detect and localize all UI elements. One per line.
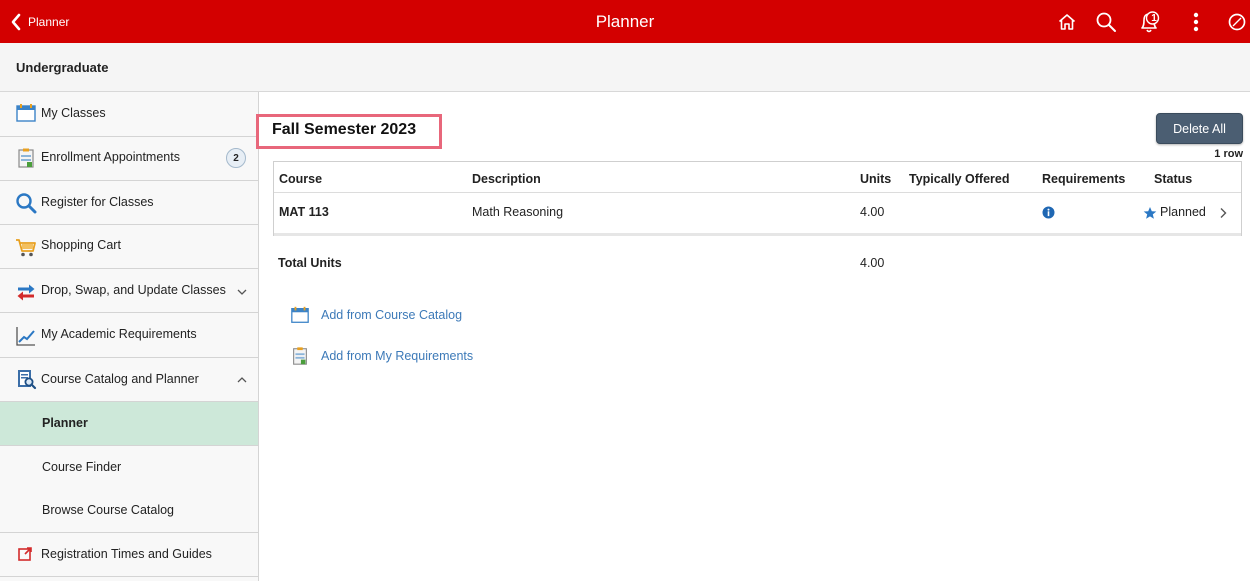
sidebar-item-register-for-classes[interactable]: Register for Classes <box>0 181 258 225</box>
grid-bottom-border <box>274 233 1241 236</box>
total-units-label: Total Units <box>278 256 342 270</box>
sidebar-item-label: My Academic Requirements <box>41 327 197 341</box>
notification-count: 1 <box>1151 13 1157 24</box>
actions-menu-icon[interactable] <box>1184 10 1208 34</box>
sidebar-item-label: Enrollment Appointments <box>41 150 180 164</box>
sidebar-item-shopping-cart[interactable]: Shopping Cart <box>0 225 258 269</box>
sidebar-item-label: Drop, Swap, and Update Classes <box>41 283 226 297</box>
notification-bell-icon[interactable]: 1 <box>1136 10 1164 34</box>
link-label: Add from Course Catalog <box>321 308 463 322</box>
top-banner: Planner Planner 1 <box>0 0 1250 43</box>
sidebar-item-course-finder[interactable]: Course Finder <box>0 446 258 490</box>
link-label: Add from My Requirements <box>321 349 474 363</box>
sidebar-item-label: My Classes <box>41 106 106 120</box>
search-icon <box>16 193 37 214</box>
career-header: Undergraduate <box>0 43 1250 92</box>
sidebar-item-drop-swap-update[interactable]: Drop, Swap, and Update Classes <box>0 269 258 313</box>
sidebar-item-label: Register for Classes <box>41 195 154 209</box>
sidebar-item-label: Shopping Cart <box>41 238 121 252</box>
course-code: MAT 113 <box>279 205 329 219</box>
star-icon <box>1143 207 1157 219</box>
sidebar-item-label: Browse Course Catalog <box>42 503 175 517</box>
sidebar: My Classes Enrollment Appointments 2 Reg… <box>0 92 259 581</box>
sidebar-item-registration-times[interactable]: Registration Times and Guides <box>0 533 258 577</box>
column-header-status: Status <box>1154 172 1193 186</box>
delete-all-button[interactable]: Delete All <box>1156 113 1243 144</box>
term-title: Fall Semester 2023 <box>272 121 417 138</box>
count-badge: 2 <box>226 148 246 168</box>
sidebar-item-label: Course Catalog and Planner <box>41 372 199 386</box>
chevron-left-icon <box>11 13 21 31</box>
planner-grid: Course Description Units Typically Offer… <box>273 161 1242 236</box>
chevron-right-icon[interactable] <box>1218 207 1228 219</box>
sidebar-item-label: Registration Times and Guides <box>41 547 212 561</box>
back-button-label: Planner <box>28 15 70 29</box>
chevron-down-icon <box>237 289 247 295</box>
swap-arrows-icon <box>17 284 35 301</box>
column-header-units: Units <box>860 172 892 186</box>
clipboard-icon <box>293 347 307 365</box>
cart-icon <box>16 239 36 257</box>
add-from-course-catalog-link[interactable]: Add from Course Catalog <box>290 305 462 325</box>
external-link-icon <box>18 547 32 561</box>
sidebar-item-label: Course Finder <box>42 460 122 474</box>
calendar-icon <box>291 306 309 323</box>
sidebar-item-my-classes[interactable]: My Classes <box>0 92 258 137</box>
search-icon[interactable] <box>1094 10 1118 34</box>
column-header-typically-offered: Typically Offered <box>909 172 1010 186</box>
catalog-search-icon <box>18 370 37 390</box>
calendar-icon <box>16 104 36 122</box>
sidebar-item-browse-course-catalog[interactable]: Browse Course Catalog <box>0 490 258 533</box>
column-header-requirements: Requirements <box>1042 172 1126 186</box>
column-header-description: Description <box>472 172 541 186</box>
back-button[interactable]: Planner <box>10 12 69 32</box>
column-header-course: Course <box>279 172 323 186</box>
row-count: 1 row <box>1214 148 1243 160</box>
sidebar-item-label: Planner <box>42 416 88 430</box>
status-text: Planned <box>1160 205 1206 219</box>
chart-line-icon <box>16 327 35 346</box>
sidebar-item-academic-requirements[interactable]: My Academic Requirements <box>0 313 258 358</box>
sidebar-item-planner[interactable]: Planner <box>0 402 258 446</box>
add-from-my-requirements-link[interactable]: Add from My Requirements <box>290 346 473 366</box>
navbar-compass-icon[interactable] <box>1225 10 1249 34</box>
clipboard-icon <box>18 148 34 168</box>
home-icon[interactable] <box>1055 10 1079 34</box>
chevron-up-icon <box>237 377 247 383</box>
total-units-value: 4.00 <box>860 256 885 270</box>
course-units: 4.00 <box>860 205 885 219</box>
info-icon[interactable] <box>1042 206 1055 219</box>
career-title: Undergraduate <box>16 60 109 75</box>
table-row[interactable]: MAT 113 Math Reasoning 4.00 Planned <box>274 193 1241 233</box>
sidebar-item-course-catalog-planner[interactable]: Course Catalog and Planner <box>0 358 258 402</box>
course-description: Math Reasoning <box>472 205 564 219</box>
sidebar-item-enrollment-appointments[interactable]: Enrollment Appointments 2 <box>0 137 258 181</box>
